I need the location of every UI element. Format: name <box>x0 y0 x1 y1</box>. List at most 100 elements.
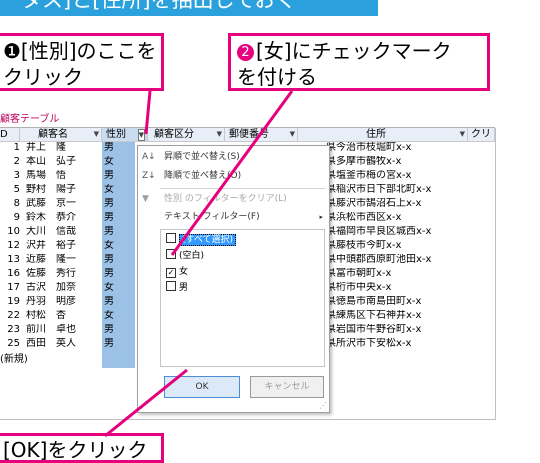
callout-check-female: 2 [女]にチェックマーク を付ける <box>228 33 490 91</box>
banner-text: ータス]と[住所]を抽出しておく <box>0 0 297 12</box>
id-cell[interactable]: 9 <box>0 212 20 224</box>
id-cell[interactable]: 23 <box>0 324 20 336</box>
callout-click-gender: ❶[性別]のここを クリック <box>0 33 164 91</box>
name-cell[interactable]: 近藤 隆一 <box>26 254 98 266</box>
id-cell[interactable]: 22 <box>0 310 20 322</box>
gender-cell[interactable]: 女 <box>104 310 132 322</box>
id-cell[interactable]: 1 <box>0 142 20 154</box>
name-cell[interactable]: 古沢 加奈 <box>26 282 98 294</box>
name-cell[interactable]: 馬場 悟 <box>26 170 98 182</box>
name-cell[interactable]: 大川 信哉 <box>26 226 98 238</box>
gender-cell[interactable]: 男 <box>104 170 132 182</box>
name-cell[interactable]: 沢井 裕子 <box>26 240 98 252</box>
sort-ascending-item[interactable]: A↓ 昇順で並べ替え(S) <box>138 149 329 165</box>
sort-descending-item[interactable]: Z↓ 降順で並べ替え(O) <box>138 168 329 184</box>
filter-arrow-icon[interactable]: ▼ <box>460 128 465 141</box>
header-extra[interactable]: クリ <box>468 128 495 142</box>
name-cell[interactable]: 本山 弘子 <box>26 156 98 168</box>
address-cell[interactable]: 県塩釜市梅の宮x-x <box>326 170 466 182</box>
checkbox-icon[interactable] <box>166 233 176 243</box>
checkbox-select-all[interactable]: (すべて選択) <box>166 233 237 247</box>
gender-cell[interactable]: 男 <box>104 226 132 238</box>
checkbox-female[interactable]: ✓ 女 <box>166 265 188 279</box>
name-cell[interactable]: 野村 陽子 <box>26 184 98 196</box>
new-record-row[interactable]: (新規) <box>0 354 28 366</box>
gender-cell[interactable]: 女 <box>104 156 132 168</box>
filter-value-list: (すべて選択) (空白) ✓ 女 男 <box>160 229 325 367</box>
name-cell[interactable]: 西田 英人 <box>26 338 98 350</box>
header-customer-name[interactable]: 顧客名 ▼ <box>20 128 102 142</box>
checkbox-icon[interactable] <box>166 281 176 291</box>
id-cell[interactable]: 12 <box>0 240 20 252</box>
clear-filter-item[interactable]: ▼ 性別 のフィルターをクリア(L) <box>138 191 329 207</box>
checkbox-male[interactable]: 男 <box>166 281 188 295</box>
id-cell[interactable]: 17 <box>0 282 20 294</box>
step-number-badge: 2 <box>237 44 254 61</box>
id-cell[interactable]: 13 <box>0 254 20 266</box>
filter-arrow-icon[interactable]: ▼ <box>290 128 295 141</box>
ok-button[interactable]: OK <box>164 376 240 398</box>
header-postal-code[interactable]: 郵便番号 ▼ <box>225 128 298 142</box>
id-cell[interactable]: 19 <box>0 296 20 308</box>
gender-cell[interactable]: 男 <box>104 212 132 224</box>
cancel-button[interactable]: キャンセル <box>250 376 324 398</box>
instruction-banner: ータス]と[住所]を抽出しておく <box>0 0 378 16</box>
resize-grip-icon[interactable]: ⋰ <box>319 401 327 410</box>
id-cell[interactable]: 2 <box>0 156 20 168</box>
grid-border <box>0 419 495 420</box>
filter-arrow-icon[interactable]: ▼ <box>217 128 222 141</box>
address-cell[interactable]: 県富市朝町x-x <box>326 268 466 280</box>
header-customer-type[interactable]: 顧客区分 ▼ <box>148 128 225 142</box>
gender-cell[interactable]: 男 <box>104 142 132 154</box>
id-cell[interactable]: 5 <box>0 184 20 196</box>
clear-filter-icon: ▼ <box>142 194 149 204</box>
name-cell[interactable]: 武藤 京一 <box>26 198 98 210</box>
address-cell[interactable]: 県所沢市下安松x-x <box>326 338 466 350</box>
id-cell[interactable]: 3 <box>0 170 20 182</box>
gender-cell[interactable]: 女 <box>104 240 132 252</box>
name-cell[interactable]: 前川 卓也 <box>26 324 98 336</box>
header-gender[interactable]: 性別 ▼ <box>102 128 148 142</box>
name-cell[interactable]: 井上 隆 <box>26 142 98 154</box>
gender-cell[interactable]: 男 <box>104 324 132 336</box>
address-cell[interactable]: 県多摩市鶴牧x-x <box>326 156 466 168</box>
sort-descending-icon: Z↓ <box>142 171 156 181</box>
gender-filter-dropdown-icon[interactable]: ▼ <box>137 129 145 141</box>
gender-cell[interactable]: 男 <box>104 296 132 308</box>
name-cell[interactable]: 佐藤 秀行 <box>26 268 98 280</box>
filter-menu: A↓ 昇順で並べ替え(S) Z↓ 降順で並べ替え(O) ▼ 性別 のフィルターを… <box>137 145 330 413</box>
address-cell[interactable]: 県浜松市西区x-x <box>326 212 466 224</box>
callout1-text: ❶[性別]のここを クリック <box>3 39 157 89</box>
address-cell[interactable]: 県練馬区下石神井x-x <box>326 310 466 322</box>
table-tab[interactable]: 顧客テーブル <box>0 112 59 127</box>
gender-cell[interactable]: 男 <box>104 254 132 266</box>
address-cell[interactable]: 県藤枝市今町x-x <box>326 240 466 252</box>
gender-cell[interactable]: 女 <box>104 184 132 196</box>
checkbox-blank[interactable]: (空白) <box>166 249 204 263</box>
address-cell[interactable]: 県稲沢市日下部北町x-x <box>326 184 466 196</box>
address-cell[interactable]: 県藤沢市鵠沼石上x-x <box>326 198 466 210</box>
checkbox-icon[interactable]: ✓ <box>166 268 176 278</box>
address-cell[interactable]: 県中頭郡西原町池田x-x <box>326 254 466 266</box>
address-cell[interactable]: 県福岡市早良区城西x-x <box>326 226 466 238</box>
checkbox-icon[interactable] <box>166 249 176 259</box>
gender-cell[interactable]: 男 <box>104 198 132 210</box>
id-cell[interactable]: 25 <box>0 338 20 350</box>
gender-cell[interactable]: 女 <box>104 282 132 294</box>
text-filter-item[interactable]: テキスト フィルター(F) ▸ <box>138 209 329 225</box>
id-cell[interactable]: 16 <box>0 268 20 280</box>
address-cell[interactable]: 県徳島市南島田町x-x <box>326 296 466 308</box>
name-cell[interactable]: 村松 杏 <box>26 310 98 322</box>
filter-arrow-icon[interactable]: ▼ <box>94 128 99 141</box>
address-cell[interactable]: 県今治市枝堀町x-x <box>326 142 466 154</box>
address-cell[interactable]: 県桁市中央x-x <box>326 282 466 294</box>
address-cell[interactable]: 県岩国市牛野谷町x-x <box>326 324 466 336</box>
gender-cell[interactable]: 男 <box>104 268 132 280</box>
name-cell[interactable]: 鈴木 恭介 <box>26 212 98 224</box>
header-id[interactable]: D <box>0 128 20 142</box>
name-cell[interactable]: 丹羽 明彦 <box>26 296 98 308</box>
gender-cell[interactable]: 男 <box>104 338 132 350</box>
header-address[interactable]: 住所 ▼ <box>298 128 468 142</box>
id-cell[interactable]: 10 <box>0 226 20 238</box>
id-cell[interactable]: 8 <box>0 198 20 210</box>
